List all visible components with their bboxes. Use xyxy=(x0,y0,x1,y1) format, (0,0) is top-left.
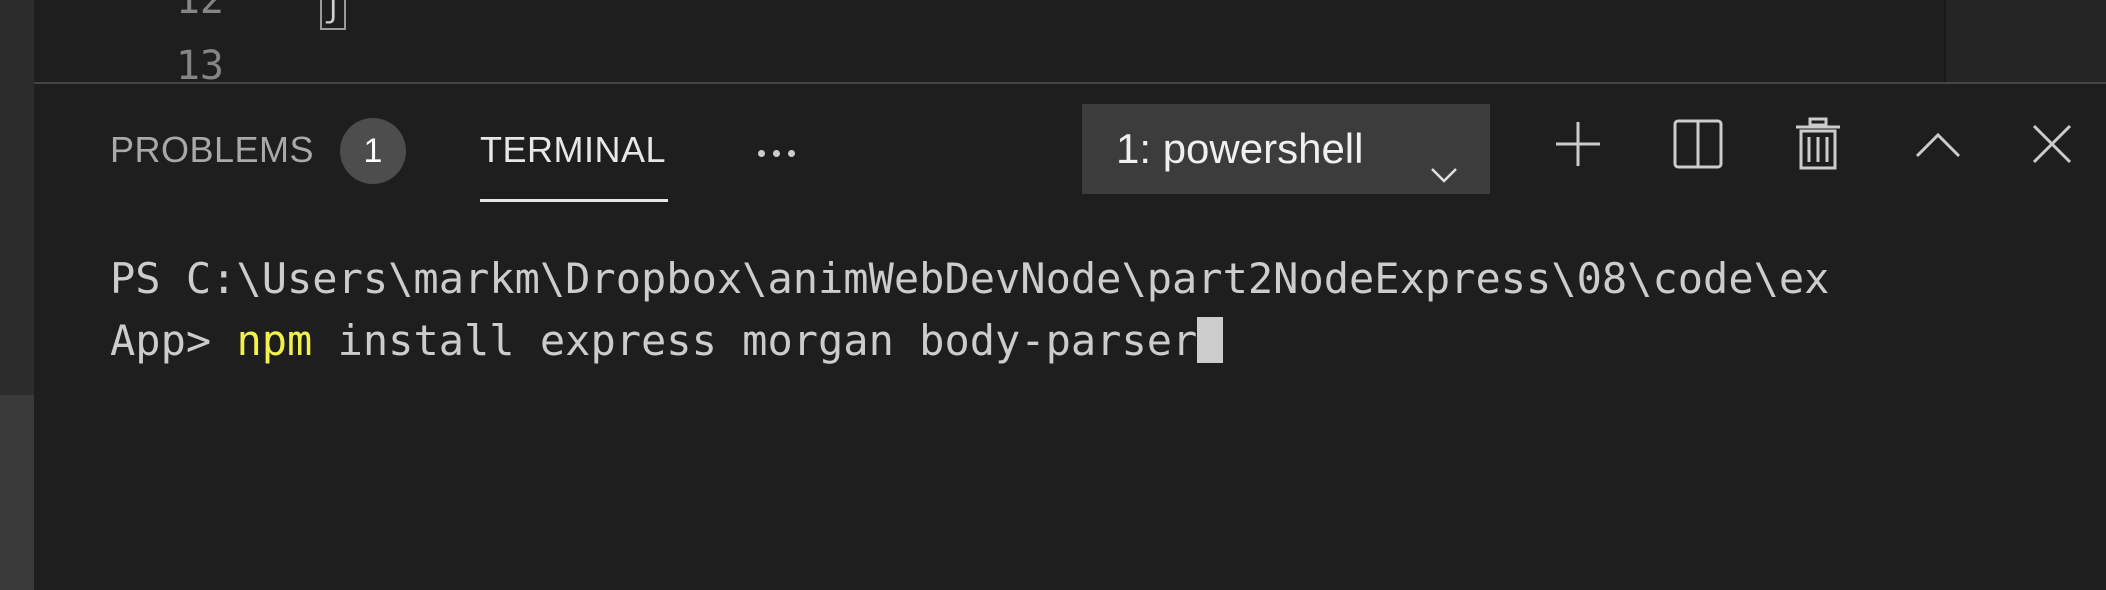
vscode-window: 12 13 ʃ PROBLEMS 1 TERMINAL 1: powershel… xyxy=(0,0,2106,590)
close-icon[interactable] xyxy=(2024,116,2080,172)
more-actions-icon[interactable] xyxy=(746,144,806,164)
terminal-command: npm xyxy=(236,316,313,365)
activity-bar xyxy=(0,0,34,590)
active-tab-indicator xyxy=(480,199,668,202)
chevron-down-icon xyxy=(1428,132,1460,183)
terminal-args: install express morgan body-parser xyxy=(312,316,1198,365)
trash-icon[interactable] xyxy=(1790,116,1846,172)
editor-area[interactable]: 12 13 ʃ xyxy=(34,0,2106,88)
editor-glyph: ʃ xyxy=(320,0,346,30)
terminal-output-line: PS C:\Users\markm\Dropbox\animWebDevNode… xyxy=(110,254,1830,303)
problems-count-badge: 1 xyxy=(340,118,406,184)
terminal-selector[interactable]: 1: powershell xyxy=(1082,104,1490,194)
chevron-up-icon[interactable] xyxy=(1910,116,1966,172)
tab-problems[interactable]: PROBLEMS xyxy=(110,130,314,170)
terminal-selector-value: 1: powershell xyxy=(1116,125,1364,172)
activity-bar-lower xyxy=(0,395,34,590)
bottom-panel: PROBLEMS 1 TERMINAL 1: powershell PS C:\… xyxy=(34,82,2106,590)
terminal-cursor xyxy=(1197,317,1224,363)
terminal-input-line[interactable]: App> npm install express morgan body-par… xyxy=(110,316,1224,366)
plus-icon[interactable] xyxy=(1550,116,1606,172)
minimap[interactable] xyxy=(1944,0,2106,82)
terminal-prompt: App> xyxy=(110,316,237,365)
line-number: 12 xyxy=(175,0,224,23)
tab-terminal[interactable]: TERMINAL xyxy=(480,130,666,170)
split-terminal-icon[interactable] xyxy=(1670,116,1726,172)
